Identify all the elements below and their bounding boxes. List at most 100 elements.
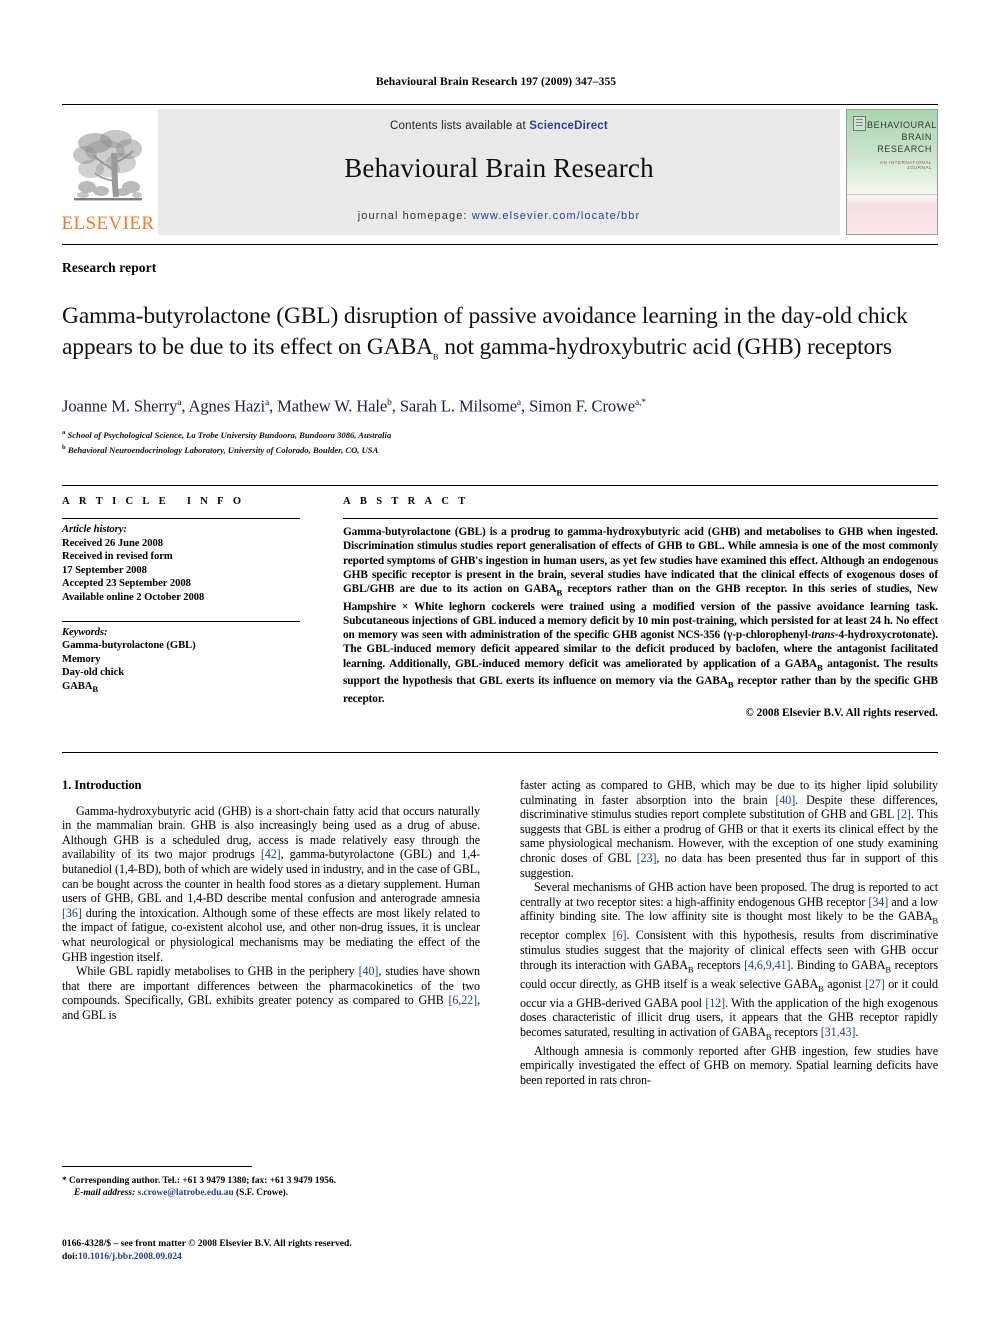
citation-ref[interactable]: [12] [705, 996, 725, 1010]
history-item: Available online 2 October 2008 [62, 591, 205, 603]
abstract-copyright: © 2008 Elsevier B.V. All rights reserved… [745, 706, 938, 719]
citation-ref[interactable]: [36] [62, 906, 82, 920]
doi-label: doi: [62, 1250, 78, 1262]
para-seg: receptors [771, 1024, 821, 1039]
citation-ref[interactable]: [6] [613, 928, 627, 942]
cover-divider [847, 194, 937, 196]
author-name: Simon F. Crowe [529, 396, 636, 416]
homepage-url-link[interactable]: www.elsevier.com/locate/bbr [472, 210, 640, 222]
abstract-heading: A B S T R A C T [343, 496, 469, 507]
paragraph: Although amnesia is commonly reported af… [520, 1043, 938, 1087]
email-link[interactable]: s.crowe@latrobe.edu.au [138, 1188, 234, 1198]
keyword-item-gaba: GABAB [62, 680, 300, 697]
citation-ref[interactable]: [31,43] [821, 1025, 856, 1039]
footnote-divider [62, 1166, 252, 1167]
article-type-label: Research report [62, 260, 157, 275]
footnote-contact-text: Corresponding author. Tel.: +61 3 9479 1… [69, 1176, 336, 1186]
paragraph: While GBL rapidly metabolises to GHB in … [62, 964, 480, 1022]
elsevier-wordmark: ELSEVIER [61, 213, 155, 234]
author-name: Joanne M. Sherry [62, 396, 178, 416]
citation-ref[interactable]: [6,22] [448, 993, 477, 1007]
citation-ref[interactable]: [2] [897, 807, 911, 821]
info-divider-2 [62, 620, 300, 622]
cover-title: BEHAVIOURAL BRAIN RESEARCH [867, 119, 937, 155]
journal-homepage-line: journal homepage: www.elsevier.com/locat… [158, 210, 840, 222]
info-abstract-bottom-divider [62, 752, 938, 753]
cover-title-line2: BRAIN [901, 132, 932, 142]
contents-available-line: Contents lists available at ScienceDirec… [158, 120, 840, 132]
affiliation-list: a School of Psychological Science, La Tr… [62, 427, 938, 456]
citation-ref[interactable]: [23] [637, 851, 657, 865]
author-name: Agnes Hazi [188, 396, 266, 416]
paragraph: faster acting as compared to GHB, which … [520, 778, 938, 880]
history-item: Received in revised form [62, 551, 173, 563]
title-divider [62, 244, 938, 245]
para-seg: receptors [693, 957, 745, 972]
paragraph: Several mechanisms of GHB action have be… [520, 880, 938, 1044]
citation-ref[interactable]: [40] [775, 793, 795, 807]
history-item: 17 September 2008 [62, 564, 147, 576]
citation-ref[interactable]: [40] [359, 964, 379, 978]
info-divider-1 [62, 518, 300, 519]
keywords-label: Keywords: [62, 626, 108, 638]
article-info-heading: A R T I C L E I N F O [62, 496, 245, 507]
keywords-block: Keywords: Gamma-butyrolactone (GBL) Memo… [62, 626, 300, 697]
cover-title-line1: BEHAVIOURAL [867, 120, 937, 130]
article-history-label: Article history: [62, 524, 127, 535]
elsevier-logo: ELSEVIER [62, 109, 154, 235]
history-item: Accepted 23 September 2008 [62, 578, 191, 590]
author-affiliation-mark: a,* [635, 398, 647, 408]
author-name: Mathew W. Hale [277, 396, 388, 416]
homepage-label: journal homepage: [357, 210, 468, 222]
body-column-left: 1. Introduction Gamma-hydroxybutyric aci… [62, 778, 480, 1023]
cover-title-line3: RESEARCH [877, 144, 932, 154]
citation-ref[interactable]: [4,6,9,41] [744, 958, 790, 972]
author-list: Joanne M. Sherrya, Agnes Hazia, Mathew W… [62, 396, 647, 416]
footnote-corresponding-author: * Corresponding author. Tel.: +61 3 9479… [62, 1175, 480, 1200]
section-heading-introduction: 1. Introduction [62, 778, 142, 792]
article-page: Behavioural Brain Research 197 (2009) 34… [0, 0, 992, 1323]
abstract-divider [343, 518, 938, 519]
affiliation-item: b Behavioral Neuroendocrinology Laborato… [62, 443, 379, 455]
cover-subtitle: AN INTERNATIONAL JOURNAL [879, 160, 932, 170]
sciencedirect-link[interactable]: ScienceDirect [529, 120, 608, 132]
gaba-subscript: B [932, 915, 938, 926]
imprint-block: 0166-4328/$ – see front matter © 2008 El… [62, 1238, 492, 1263]
author-name: Sarah L. Milsome [399, 396, 517, 416]
body-column-right: faster acting as compared to GHB, which … [520, 778, 938, 1088]
article-info-column: Article history: Received 26 June 2008 R… [62, 518, 300, 697]
keyword-item: Gamma-butyrolactone (GBL) [62, 640, 196, 652]
affiliation-mark: a [62, 429, 66, 436]
elsevier-tree-icon [73, 130, 142, 201]
affiliation-mark: b [62, 443, 66, 451]
author-affiliation-mark: a [516, 398, 522, 408]
author-affiliation-mark: a [264, 398, 270, 408]
cover-elsevier-mini-icon [853, 116, 866, 131]
info-abstract-top-divider [62, 485, 938, 486]
para-seg: . [855, 1024, 859, 1039]
issn-line: 0166-4328/$ – see front matter © 2008 El… [62, 1238, 352, 1249]
affiliation-item: a School of Psychological Science, La Tr… [62, 429, 392, 440]
citation-ref[interactable]: [42] [261, 847, 281, 861]
para-seg: agonist [823, 976, 865, 991]
journal-cover-thumbnail: BEHAVIOURAL BRAIN RESEARCH AN INTERNATIO… [846, 109, 938, 235]
history-item: Received 26 June 2008 [62, 537, 164, 549]
keyword-gaba-base: GABA [62, 680, 93, 692]
para-seg: While GBL rapidly metabolises to GHB in … [76, 964, 359, 979]
journal-title: Behavioural Brain Research [344, 153, 654, 183]
paragraph: Gamma-hydroxybutyric acid (GHB) is a sho… [62, 804, 480, 965]
journal-band: Contents lists available at ScienceDirec… [158, 109, 840, 235]
author-affiliation-mark: b [387, 398, 392, 408]
keyword-item: Day-old chick [62, 667, 125, 679]
citation-ref[interactable]: [34] [868, 895, 888, 909]
page-title: Gamma-butyrolactone (GBL) disruption of … [62, 301, 938, 373]
contents-prefix: Contents lists available at [390, 120, 526, 132]
doi-line: doi:10.1016/j.bbr.2008.09.024 [62, 1251, 492, 1264]
email-owner: (S.F. Crowe). [236, 1188, 289, 1199]
doi-link[interactable]: 10.1016/j.bbr.2008.09.024 [78, 1251, 182, 1262]
citation-ref[interactable]: [27] [865, 977, 885, 991]
running-head: Behavioural Brain Research 197 (2009) 34… [375, 76, 617, 88]
author-affiliation-mark: a [177, 398, 182, 408]
abstract-text: Gamma-butyrolactone (GBL) is a prodrug t… [343, 525, 938, 706]
